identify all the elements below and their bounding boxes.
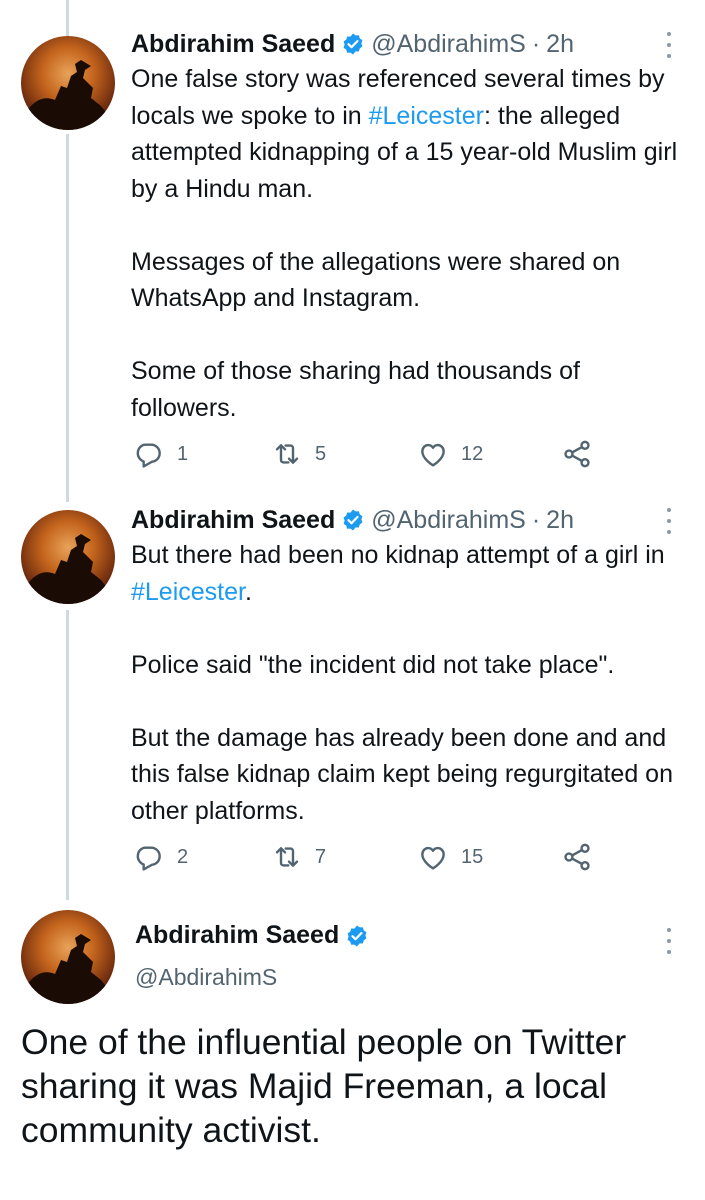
- tweet-paragraph: Police said "the incident did not take p…: [131, 647, 691, 684]
- tweet-paragraph: But the damage has already been done and…: [131, 720, 691, 830]
- reply-button[interactable]: 2: [133, 837, 188, 877]
- reply-count: 2: [177, 845, 189, 868]
- avatar[interactable]: [21, 910, 115, 1004]
- tweet-text: Police said "the incident did not take p…: [131, 650, 615, 679]
- avatar[interactable]: [21, 510, 115, 604]
- tweet-header: Abdirahim Saeed @AbdirahimS · 2h: [131, 24, 574, 64]
- hashtag-link[interactable]: #Leicester: [369, 102, 484, 130]
- like-icon: [421, 443, 445, 467]
- verified-badge-icon: [341, 508, 365, 532]
- tweet[interactable]: Abdirahim Saeed @AbdirahimS · 2h One fal…: [0, 0, 705, 490]
- verified-badge-icon: [341, 32, 365, 56]
- tweet-paragraph: Some of those sharing had thousands of f…: [131, 353, 691, 426]
- retweet-button[interactable]: 5: [271, 434, 326, 474]
- tweet-body: But there had been no kidnap attempt of …: [131, 537, 691, 829]
- tweet-paragraph: Messages of the allegations were shared …: [131, 244, 691, 317]
- author-name[interactable]: Abdirahim Saeed: [135, 921, 339, 950]
- avatar[interactable]: [21, 36, 115, 130]
- tweet-actions: 1 5 12: [131, 434, 601, 474]
- author-name[interactable]: Abdirahim Saeed: [131, 506, 335, 535]
- like-button[interactable]: 15: [417, 837, 483, 877]
- tweet-paragraph: But there had been no kidnap attempt of …: [131, 537, 691, 610]
- timestamp[interactable]: 2h: [546, 506, 574, 535]
- more-options-icon[interactable]: [662, 928, 676, 954]
- verified-badge-icon: [345, 924, 369, 948]
- reply-icon: [136, 443, 161, 468]
- tweet-header: Abdirahim Saeed @AbdirahimS · 2h: [131, 500, 574, 540]
- like-count: 15: [461, 845, 484, 868]
- tweet-text: One of the influential people on Twitter…: [21, 1022, 627, 1150]
- author-name[interactable]: Abdirahim Saeed: [131, 30, 335, 59]
- retweet-count: 7: [315, 845, 327, 868]
- author-handle[interactable]: @AbdirahimS: [135, 964, 375, 991]
- more-options-icon[interactable]: [662, 32, 676, 58]
- more-options-icon[interactable]: [662, 508, 676, 534]
- share-icon: [564, 440, 590, 468]
- separator: ·: [531, 29, 541, 58]
- hashtag-link[interactable]: #Leicester: [131, 578, 245, 606]
- like-count: 12: [461, 442, 484, 465]
- tweet-header: Abdirahim Saeed @AbdirahimS: [135, 921, 375, 991]
- like-icon: [421, 846, 445, 870]
- tweet-text: Messages of the allegations were shared …: [131, 247, 621, 313]
- timestamp[interactable]: 2h: [546, 30, 574, 59]
- author-handle[interactable]: @AbdirahimS: [371, 30, 526, 59]
- tweet-text: .: [244, 577, 252, 606]
- retweet-icon: [275, 847, 299, 867]
- retweet-button[interactable]: 7: [271, 837, 326, 877]
- like-button[interactable]: 12: [417, 434, 483, 474]
- reply-button[interactable]: 1: [133, 434, 188, 474]
- share-button[interactable]: [561, 837, 605, 877]
- tweet[interactable]: Abdirahim Saeed @AbdirahimS · 2h But the…: [0, 490, 705, 890]
- tweet-actions: 2 7 15: [131, 837, 601, 877]
- separator: ·: [531, 505, 541, 534]
- tweet-text: But there had been no kidnap attempt of …: [131, 541, 665, 569]
- tweet-text: Some of those sharing had thousands of f…: [131, 357, 580, 422]
- tweet-body: One false story was referenced several t…: [131, 61, 691, 426]
- tweet-text: But the damage has already been done and…: [131, 723, 673, 825]
- tweet-body: One of the influential people on Twitter…: [21, 1020, 691, 1152]
- retweet-count: 5: [315, 442, 327, 465]
- author-handle[interactable]: @AbdirahimS: [371, 506, 526, 535]
- tweet-paragraph: One false story was referenced several t…: [131, 61, 691, 207]
- reply-count: 1: [177, 442, 189, 465]
- retweet-icon: [275, 444, 299, 464]
- reply-icon: [136, 846, 161, 871]
- share-button[interactable]: [561, 434, 605, 474]
- share-icon: [564, 843, 590, 871]
- focused-tweet[interactable]: Abdirahim Saeed @AbdirahimS One of the i…: [0, 890, 705, 1200]
